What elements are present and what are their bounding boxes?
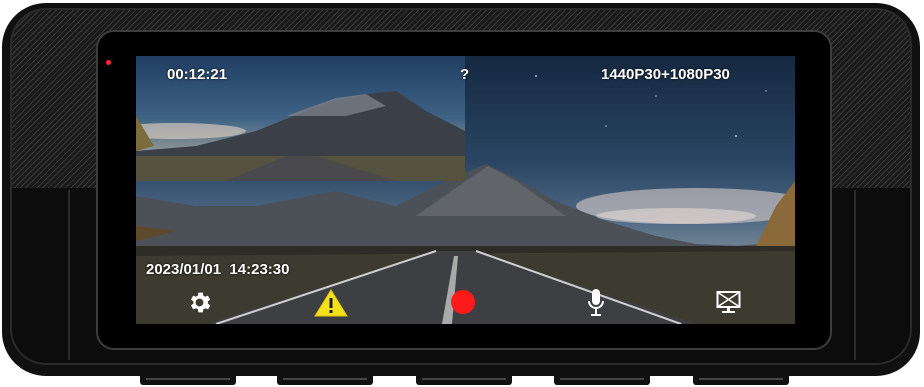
record-dot-icon[interactable] bbox=[450, 289, 476, 315]
hardware-button-3[interactable] bbox=[416, 376, 512, 385]
resolution-label: 1440P30+1080P30 bbox=[601, 66, 730, 83]
hardware-button-2[interactable] bbox=[277, 376, 373, 385]
date-label: 2023/01/01 bbox=[146, 261, 222, 278]
panel-seam bbox=[68, 190, 70, 360]
hardware-button-1[interactable] bbox=[140, 376, 236, 385]
warning-triangle-icon[interactable] bbox=[314, 289, 348, 317]
panel-seam bbox=[854, 190, 856, 360]
recording-led bbox=[106, 60, 111, 65]
screen-off-icon[interactable] bbox=[716, 290, 741, 315]
microphone-icon[interactable] bbox=[587, 288, 605, 318]
hardware-button-5[interactable] bbox=[693, 376, 789, 385]
elapsed-time: 00:12:21 bbox=[167, 66, 228, 83]
date-time-stamp: 2023/01/01 14:23:30 bbox=[146, 261, 289, 278]
hardware-button-4[interactable] bbox=[554, 376, 650, 385]
status-mark: ? bbox=[460, 66, 470, 83]
clock-label: 14:23:30 bbox=[229, 261, 290, 278]
gear-icon[interactable] bbox=[186, 289, 213, 316]
